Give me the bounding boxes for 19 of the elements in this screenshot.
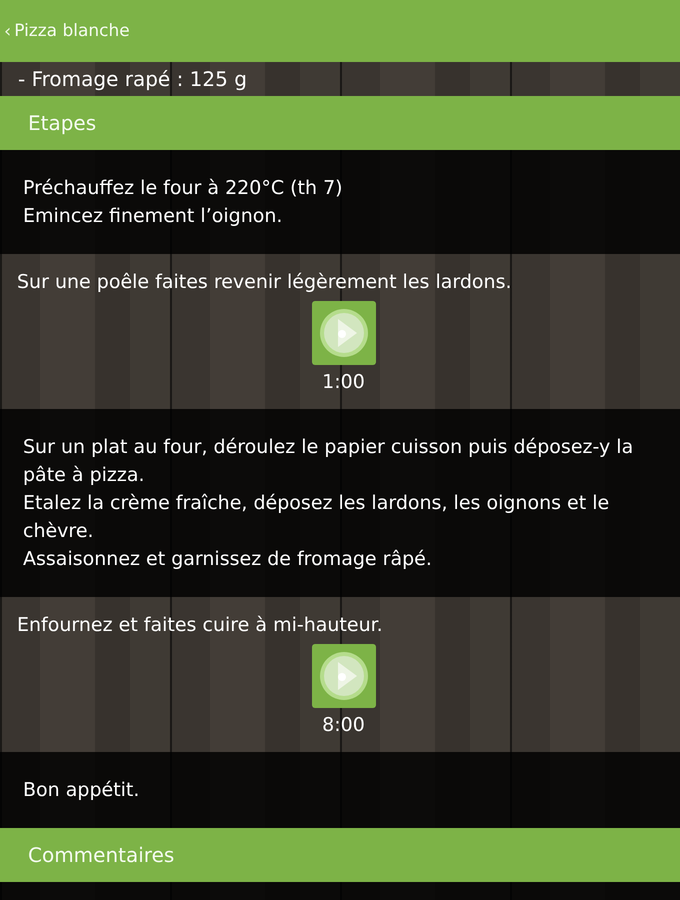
timer-duration: 1:00 (322, 370, 365, 395)
play-icon (318, 308, 368, 358)
back-button[interactable]: ‹ (4, 20, 12, 42)
step-text: Sur une poêle faites revenir légèrement les lardons. (17, 270, 513, 295)
play-icon (318, 651, 368, 701)
step-text: Emincez finement l’oignon. (23, 204, 284, 229)
step-text: Assaisonnez et garnissez de fromage râpé. (23, 547, 433, 572)
step-text: Bon appétit. (23, 778, 140, 803)
ingredient-text: - Fromage rapé : 125 g (17, 66, 248, 93)
play-timer-button[interactable] (312, 301, 376, 365)
page-title: Pizza blanche (14, 21, 130, 41)
section-header: Etapes (0, 96, 680, 150)
step-text: Préchauffez le four à 220°C (th 7) (23, 176, 344, 201)
step-text: Sur un plat au four, déroulez le papier cuisson puis déposez-y la pâte à pizza. (23, 435, 634, 488)
step-text: Enfournez et faites cuire à mi-hauteur. (17, 613, 384, 638)
section-header: Commentaires (0, 828, 680, 882)
step-text: Etalez la crème fraîche, déposez les lardons, les oignons et le chèvre. (23, 491, 610, 544)
play-timer-button[interactable] (312, 644, 376, 708)
timer-duration: 8:00 (322, 713, 365, 738)
